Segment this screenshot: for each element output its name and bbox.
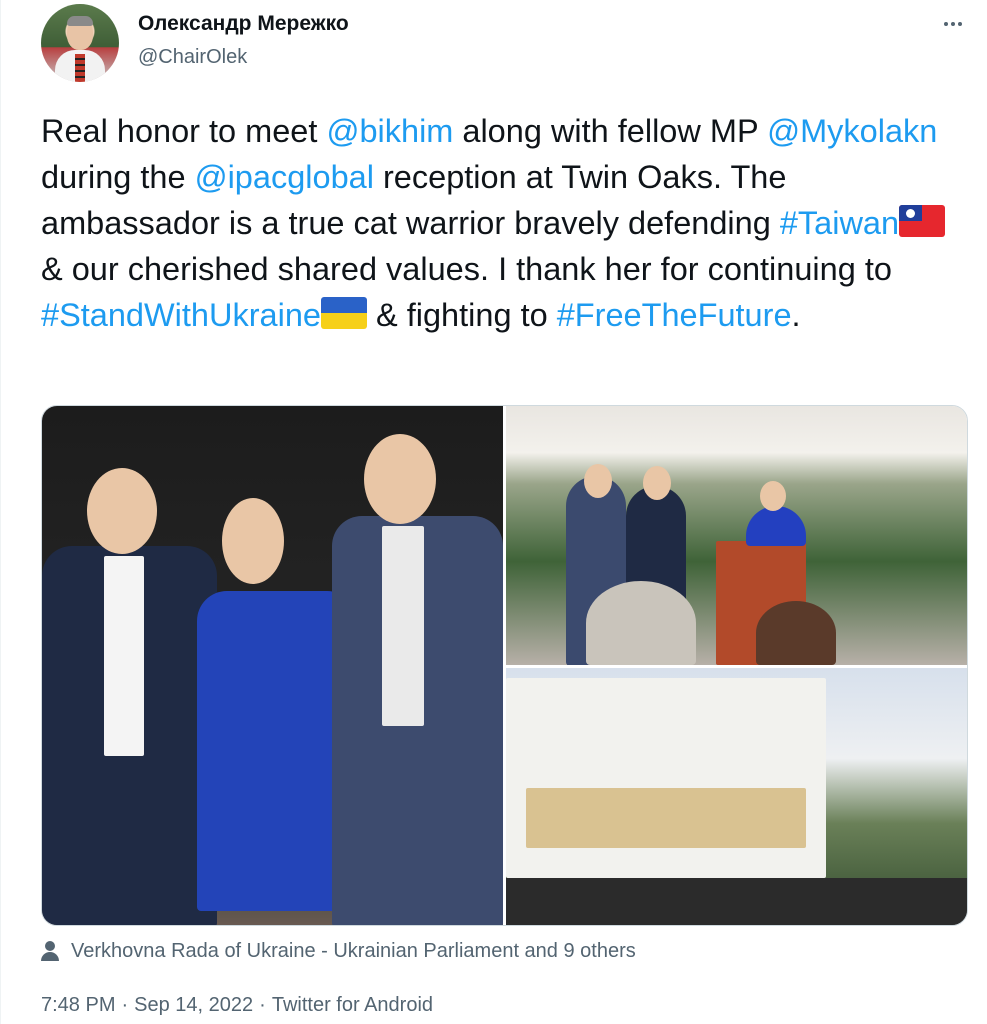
more-horizontal-icon[interactable]	[933, 12, 973, 36]
tweet-meta: 7:48 PM · Sep 14, 2022 · Twitter for Android	[41, 994, 433, 1017]
media-grid	[41, 405, 968, 926]
tweet: Олександр Мережко @ChairOlek Real honor …	[0, 0, 987, 1024]
text-segment: & our cherished shared values. I thank h…	[41, 251, 892, 287]
mention-link[interactable]: @bikhim	[326, 113, 453, 149]
photo-venue-exterior[interactable]	[506, 668, 967, 925]
tweet-text: Real honor to meet @bikhim along with fe…	[41, 108, 971, 338]
meta-separator: ·	[259, 994, 266, 1016]
tweet-time[interactable]: 7:48 PM	[41, 994, 115, 1016]
photo-podium-speech[interactable]	[506, 406, 967, 665]
mention-link[interactable]: @ipacglobal	[195, 159, 374, 195]
tweet-source: Twitter for Android	[271, 994, 434, 1016]
hashtag-link[interactable]: #FreeTheFuture	[557, 297, 792, 333]
text-segment: along with fellow MP	[453, 113, 768, 149]
text-segment: & fighting to	[367, 297, 557, 333]
hashtag-link[interactable]: #StandWithUkraine	[41, 297, 321, 333]
author-handle[interactable]: @ChairOlek	[138, 46, 247, 69]
text-segment: during the	[41, 159, 195, 195]
tweet-date[interactable]: Sep 14, 2022	[134, 994, 253, 1016]
tagged-text: Verkhovna Rada of Ukraine - Ukrainian Pa…	[71, 939, 636, 962]
ukraine-flag-icon	[321, 297, 367, 329]
avatar[interactable]	[41, 4, 119, 82]
meta-separator: ·	[121, 994, 129, 1016]
tagged-users[interactable]: Verkhovna Rada of Ukraine - Ukrainian Pa…	[41, 937, 636, 965]
person-icon	[41, 941, 59, 961]
text-segment: Real honor to meet	[41, 113, 327, 149]
hashtag-link[interactable]: #Taiwan	[780, 205, 899, 241]
text-segment: .	[791, 297, 801, 333]
photo-group-portrait[interactable]	[42, 406, 503, 925]
taiwan-flag-icon	[899, 205, 946, 237]
author-name[interactable]: Олександр Мережко	[138, 12, 349, 36]
mention-link[interactable]: @Mykolakn	[767, 113, 937, 149]
